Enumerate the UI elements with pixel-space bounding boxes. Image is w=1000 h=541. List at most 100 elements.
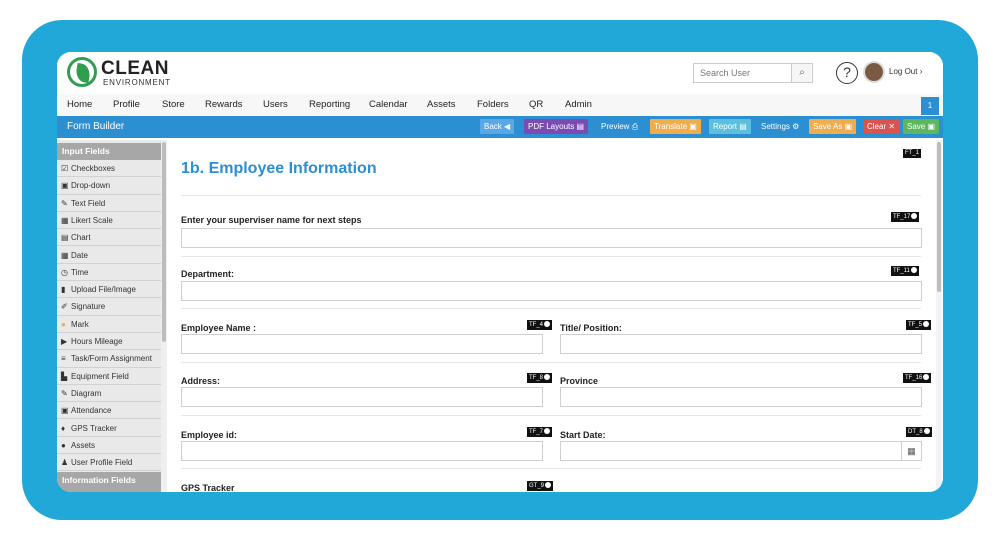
input-fields-header[interactable]: Input Fields xyxy=(57,143,161,160)
field-tag[interactable]: GT_9 xyxy=(527,481,554,491)
field-tag[interactable]: TF_4 xyxy=(527,320,553,330)
sidebar-item-label: Time xyxy=(71,267,89,277)
menu-item-profile[interactable]: Profile xyxy=(113,99,140,110)
main-scroll-thumb[interactable] xyxy=(937,142,941,292)
sidebar-item-dropdown[interactable]: ▣ Drop-down xyxy=(57,177,161,195)
field-tag[interactable]: DT_8 xyxy=(906,427,932,437)
field-tag[interactable]: TF_16 xyxy=(903,373,932,383)
sidebar-item-upload[interactable]: ▮ Upload File/Image xyxy=(57,281,161,299)
field-tag[interactable]: TF_17 xyxy=(891,212,920,222)
sidebar-item-text-field[interactable]: ✎ Text Field xyxy=(57,195,161,212)
report-button[interactable]: Report ▤ xyxy=(709,119,751,134)
form-builder-title: Form Builder xyxy=(67,121,125,132)
field-tag[interactable]: TF_5 xyxy=(906,320,932,330)
start-date-input[interactable]: ▦ xyxy=(560,441,922,461)
address-label: Address: xyxy=(181,376,221,386)
employee-name-input[interactable] xyxy=(181,334,543,354)
tasks-icon: ≡ xyxy=(61,354,66,364)
sidebar-item-diagram[interactable]: ✎ Diagram xyxy=(57,385,161,403)
sidebar-item-checkboxes[interactable]: ☑ Checkboxes xyxy=(57,160,161,178)
clear-button[interactable]: Clear ✕ xyxy=(863,119,900,134)
help-icon[interactable]: ? xyxy=(836,62,858,84)
save-as-button[interactable]: Save As ▣ xyxy=(809,119,857,134)
menu-item-folders[interactable]: Folders xyxy=(477,99,509,110)
sidebar-scrollbar[interactable] xyxy=(161,140,167,492)
menu-item-rewards[interactable]: Rewards xyxy=(205,99,243,110)
preview-button[interactable]: Preview ⎙ xyxy=(597,119,643,134)
gps-tracker-label: GPS Tracker xyxy=(181,483,235,492)
sidebar-item-assets[interactable]: ● Assets xyxy=(57,437,161,455)
sidebar-item-hours-mileage[interactable]: ▶ Hours Mileage xyxy=(57,333,161,351)
industry-icon: ▙ xyxy=(61,371,68,381)
settings-button[interactable]: Settings ⚙ xyxy=(757,119,804,134)
sidebar-scroll-thumb[interactable] xyxy=(162,142,166,342)
province-input[interactable] xyxy=(560,387,922,407)
sidebar-item-user-profile[interactable]: ♟ User Profile Field xyxy=(57,454,161,472)
sidebar-item-equipment[interactable]: ▙ Equipment Field xyxy=(57,368,161,385)
info-icon xyxy=(923,374,930,380)
pdf-layouts-label: PDF Layouts xyxy=(528,122,575,131)
logout-link[interactable]: Log Out › xyxy=(889,67,922,76)
sidebar-item-label: Diagram xyxy=(71,388,102,398)
sidebar-item-gps-tracker[interactable]: ♦ GPS Tracker xyxy=(57,420,161,437)
sidebar-item-attendance[interactable]: ▣ Attendance xyxy=(57,402,161,420)
back-button[interactable]: Back ◀ xyxy=(480,119,515,134)
pdf-layouts-button[interactable]: PDF Layouts ▤ xyxy=(524,119,589,134)
menu-item-store[interactable]: Store xyxy=(162,99,185,110)
employee-id-input[interactable] xyxy=(181,441,543,461)
sidebar-item-label: Attendance xyxy=(71,406,112,416)
menu-item-admin[interactable]: Admin xyxy=(565,99,592,110)
info-icon xyxy=(911,213,918,219)
sidebar-item-label: Assets xyxy=(71,440,96,450)
logout-label: Log Out xyxy=(889,67,918,76)
sidebar-item-signature[interactable]: ✐ Signature xyxy=(57,298,161,316)
menu-item-assets[interactable]: Assets xyxy=(427,99,456,110)
menu-item-qr[interactable]: QR xyxy=(529,99,543,110)
start-date-label: Start Date: xyxy=(560,430,606,440)
notification-badge[interactable]: 1 xyxy=(921,97,939,115)
info-icon xyxy=(545,482,552,488)
info-icon xyxy=(544,374,551,380)
sidebar-item-chart[interactable]: ▤ Chart xyxy=(57,229,161,247)
menu-item-calendar[interactable]: Calendar xyxy=(369,99,408,110)
top-bar: CLEAN ENVIRONMENT Search User ⌕ ? Log Ou… xyxy=(57,52,943,94)
sidebar-item-time[interactable]: ◷ Time xyxy=(57,264,161,282)
sidebar-item-date[interactable]: ▦ Date xyxy=(57,247,161,264)
supervisor-input[interactable] xyxy=(181,228,922,248)
row-divider xyxy=(181,415,921,416)
title-position-input[interactable] xyxy=(560,334,922,354)
sidebar-item-label: Task/Form Assignment xyxy=(71,354,152,364)
menu-item-reporting[interactable]: Reporting xyxy=(309,99,350,110)
field-tag[interactable]: TF_7 xyxy=(527,427,553,437)
information-fields-header[interactable]: Information Fields xyxy=(57,472,161,492)
info-icon xyxy=(923,428,930,434)
address-input[interactable] xyxy=(181,387,543,407)
sidebar-item-mark[interactable]: ● Mark xyxy=(57,316,161,333)
translate-button[interactable]: Translate ▣ xyxy=(650,119,701,134)
menu-item-home[interactable]: Home xyxy=(67,99,92,110)
main-scrollbar[interactable] xyxy=(936,140,942,492)
gear-icon: ⚙ xyxy=(792,122,800,131)
search-icon[interactable]: ⌕ xyxy=(791,63,813,83)
menu-item-users[interactable]: Users xyxy=(263,99,288,110)
brand-logo[interactable]: CLEAN ENVIRONMENT xyxy=(67,57,177,89)
row-divider xyxy=(181,468,921,469)
calendar-icon[interactable]: ▦ xyxy=(901,442,921,460)
row-divider xyxy=(181,308,921,309)
brand-subtitle: ENVIRONMENT xyxy=(103,78,171,87)
pen-icon: ✐ xyxy=(61,302,68,312)
avatar[interactable] xyxy=(863,61,885,83)
edit-icon: ✎ xyxy=(61,198,68,208)
field-tag[interactable]: TF_11 xyxy=(891,266,919,276)
form-tag[interactable]: FT_1 xyxy=(903,149,922,158)
translate-icon: ▣ xyxy=(689,122,697,131)
mark-icon: ● xyxy=(61,319,66,329)
sidebar-item-task-assignment[interactable]: ≡ Task/Form Assignment xyxy=(57,350,161,368)
gps-tracker-tag: GT_9 xyxy=(529,483,545,489)
field-tag[interactable]: TF_8 xyxy=(527,373,553,383)
save-button[interactable]: Save ▣ xyxy=(903,119,940,134)
sidebar-item-label: GPS Tracker xyxy=(71,423,117,433)
sidebar-item-likert-scale[interactable]: ▦ Likert Scale xyxy=(57,212,161,230)
sidebar-item-label: Equipment Field xyxy=(71,371,129,381)
department-input[interactable] xyxy=(181,281,922,301)
